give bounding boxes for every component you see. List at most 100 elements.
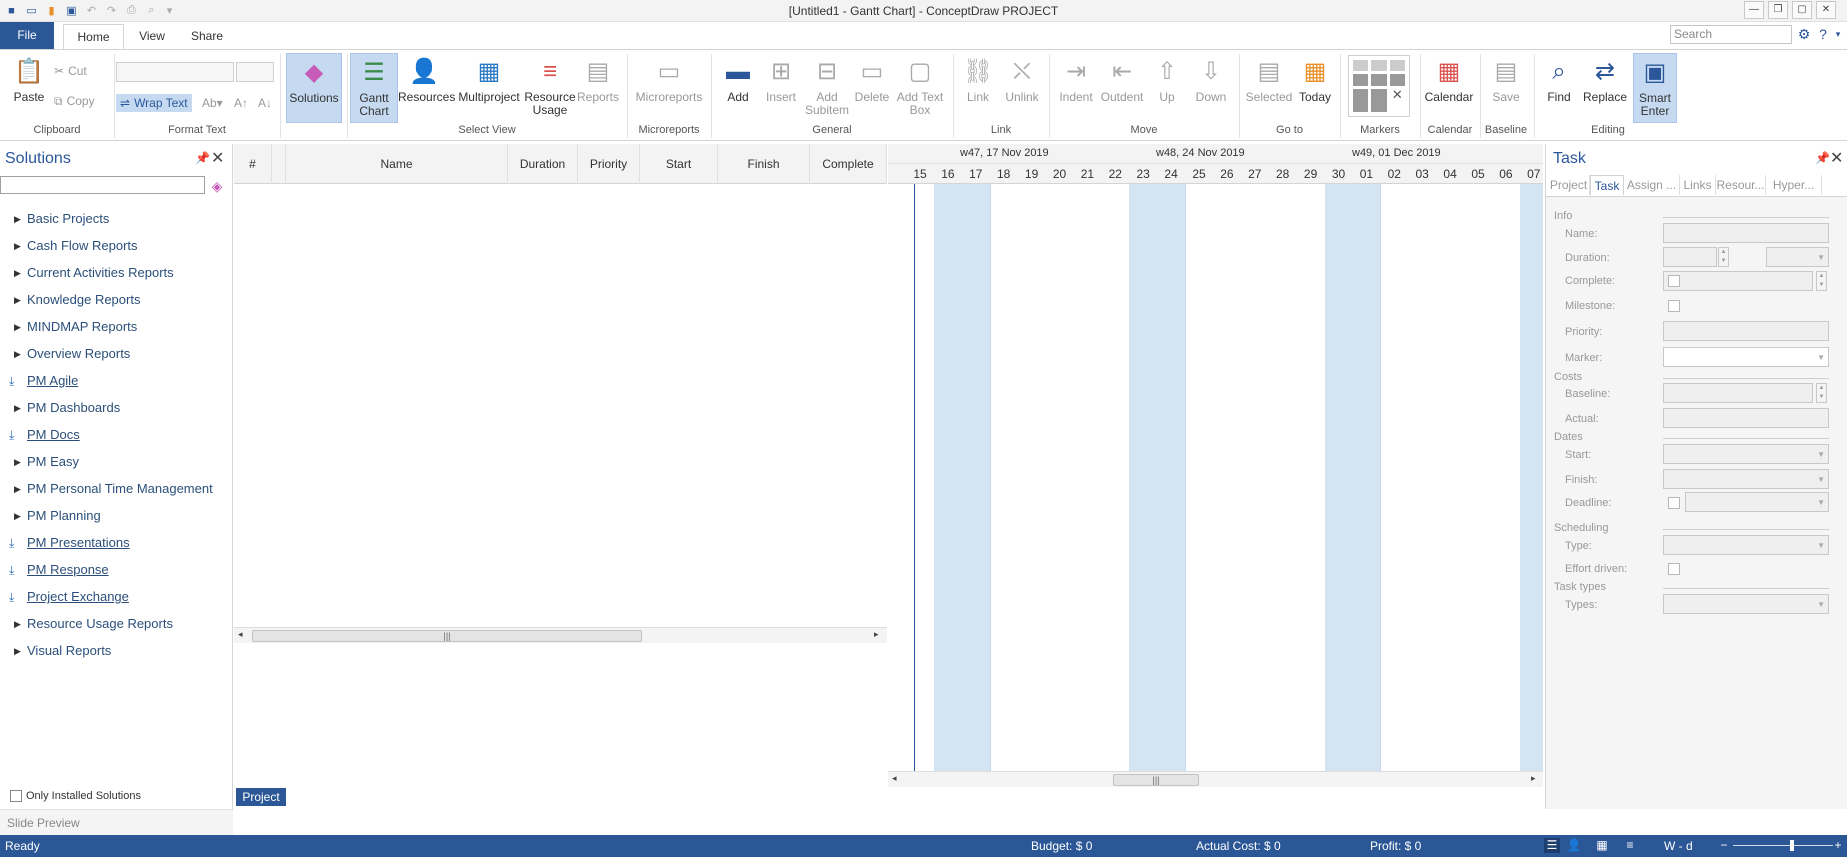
expand-arrow-icon[interactable]: ▶ — [14, 263, 21, 283]
calendar-button[interactable]: ▦ Calendar — [1422, 53, 1476, 123]
column-header[interactable]: Name — [286, 144, 508, 184]
download-icon[interactable]: ⤓ — [9, 560, 14, 580]
expand-arrow-icon[interactable]: ▶ — [14, 479, 21, 499]
milestone-checkbox[interactable] — [1668, 300, 1680, 312]
zoom-slider-knob[interactable] — [1790, 840, 1794, 851]
deadline-date-field[interactable]: ▼ — [1685, 492, 1829, 512]
font-family-combo[interactable] — [116, 62, 234, 82]
tab-home[interactable]: Home — [63, 24, 124, 49]
task-panel-tab[interactable]: Assign ... — [1624, 175, 1680, 195]
add-text-box-button[interactable]: ▢ Add Text Box — [893, 53, 947, 123]
move-down-button[interactable]: ⇩ Down — [1190, 53, 1232, 123]
solution-item[interactable]: ▶ Cash Flow Reports — [0, 236, 232, 256]
resource-usage-view-icon[interactable]: ≡ — [1622, 838, 1638, 853]
insert-task-button[interactable]: ⊞ Insert — [760, 53, 802, 123]
solution-item[interactable]: ▶ Visual Reports — [0, 641, 232, 661]
markers-gallery[interactable]: ✕ — [1348, 55, 1410, 117]
expand-arrow-icon[interactable]: ▶ — [14, 344, 21, 364]
shrink-font-button[interactable]: A↓ — [258, 94, 272, 112]
move-up-button[interactable]: ⇧ Up — [1148, 53, 1186, 123]
task-name-field[interactable] — [1663, 223, 1829, 243]
column-header[interactable]: Complete — [810, 144, 887, 184]
solution-item[interactable]: ▶ MINDMAP Reports — [0, 317, 232, 337]
expand-arrow-icon[interactable]: ▶ — [14, 209, 21, 229]
checkbox-box[interactable] — [10, 790, 22, 802]
expand-arrow-icon[interactable]: ▶ — [14, 614, 21, 634]
finish-date-field[interactable]: ▼ — [1663, 469, 1829, 489]
solution-item[interactable]: ▶ PM Easy — [0, 452, 232, 472]
minimize-button[interactable]: — — [1744, 1, 1764, 19]
baseline-cost-field[interactable] — [1663, 383, 1813, 403]
close-icon[interactable]: ✕ — [1830, 148, 1843, 168]
font-size-combo[interactable] — [236, 62, 274, 82]
scroll-right-icon[interactable]: ▸ — [874, 629, 879, 640]
restore-button[interactable]: ❐ — [1768, 1, 1788, 19]
column-header[interactable] — [272, 144, 286, 184]
expand-arrow-icon[interactable]: ▶ — [14, 641, 21, 661]
project-tab[interactable]: Project — [236, 788, 286, 806]
marker-swatch[interactable] — [1389, 60, 1405, 72]
microreports-button[interactable]: ▭ Microreports — [632, 53, 706, 123]
complete-spinner[interactable]: ▲ ▼ — [1816, 271, 1827, 291]
download-icon[interactable]: ⤓ — [9, 587, 14, 607]
scroll-thumb[interactable]: ||| — [252, 630, 642, 642]
effort-driven-checkbox[interactable] — [1668, 563, 1680, 575]
solution-item[interactable]: ⤓ PM Presentations — [0, 533, 232, 553]
solution-item[interactable]: ▶ Current Activities Reports — [0, 263, 232, 283]
marker-swatch[interactable] — [1371, 74, 1387, 86]
download-icon[interactable]: ⤓ — [9, 425, 14, 445]
text-style-button[interactable]: Ab▾ — [202, 94, 223, 112]
solution-item[interactable]: ⤓ PM Response — [0, 560, 232, 580]
task-types-select[interactable]: ▼ — [1663, 594, 1829, 614]
solution-item[interactable]: ▶ Overview Reports — [0, 344, 232, 364]
column-header[interactable]: Finish — [718, 144, 810, 184]
resource-usage-button[interactable]: ≡ Resource Usage — [524, 53, 576, 123]
tab-file[interactable]: File — [0, 22, 54, 49]
search-input[interactable]: Search — [1670, 25, 1792, 44]
actual-cost-field[interactable] — [1663, 408, 1829, 428]
task-panel-tab[interactable]: Resour... — [1716, 175, 1766, 195]
expand-arrow-icon[interactable]: ▶ — [14, 452, 21, 472]
zoom-out-icon[interactable]: − — [1716, 838, 1732, 853]
zoom-in-icon[interactable]: + — [1830, 838, 1846, 853]
scroll-thumb[interactable]: ||| — [1113, 774, 1199, 786]
options-icon[interactable]: ⚙ — [1796, 26, 1812, 42]
complete-checkbox[interactable] — [1668, 275, 1680, 287]
gantt-chart[interactable]: w47, 17 Nov 2019 w48, 24 Nov 2019 w49, 01 … — [888, 144, 1543, 771]
tab-share[interactable]: Share — [182, 24, 232, 49]
delete-task-button[interactable]: ▭ Delete — [851, 53, 893, 123]
marker-swatch[interactable] — [1371, 60, 1387, 72]
solutions-search-icon[interactable]: ◈ — [208, 177, 226, 195]
expand-arrow-icon[interactable]: ▶ — [14, 236, 21, 256]
solution-item[interactable]: ▶ PM Personal Time Management — [0, 479, 232, 499]
marker-select[interactable]: ▼ — [1663, 347, 1829, 367]
task-panel-tab[interactable]: Hyper... — [1766, 175, 1822, 195]
expand-arrow-icon[interactable]: ▶ — [14, 398, 21, 418]
solution-item[interactable]: ▶ Basic Projects — [0, 209, 232, 229]
expand-arrow-icon[interactable]: ▶ — [14, 506, 21, 526]
grow-font-button[interactable]: A↑ — [234, 94, 248, 112]
add-subitem-button[interactable]: ⊟ Add Subitem — [803, 53, 851, 123]
pin-icon[interactable]: 📌 — [1815, 151, 1830, 165]
column-header[interactable]: Duration — [508, 144, 578, 184]
marker-swatch[interactable] — [1353, 60, 1369, 72]
download-icon[interactable]: ⤓ — [9, 533, 14, 553]
complete-field[interactable] — [1663, 271, 1813, 291]
gantt-horizontal-scrollbar[interactable]: ◂ ||| ▸ — [888, 771, 1543, 787]
close-icon[interactable]: ✕ — [211, 148, 224, 168]
schedule-type-select[interactable]: ▼ — [1663, 535, 1829, 555]
solution-item[interactable]: ▶ PM Dashboards — [0, 398, 232, 418]
download-icon[interactable]: ⤓ — [9, 371, 14, 391]
baseline-cost-spinner[interactable]: ▲ ▼ — [1816, 383, 1827, 403]
multiproject-view-icon[interactable]: ▦ — [1594, 838, 1610, 853]
deadline-checkbox[interactable] — [1668, 497, 1680, 509]
maximize-button[interactable]: ▢ — [1792, 1, 1812, 19]
solution-item[interactable]: ▶ Resource Usage Reports — [0, 614, 232, 634]
expand-arrow-icon[interactable]: ▶ — [14, 317, 21, 337]
unlink-button[interactable]: ⛌ Unlink — [1000, 53, 1044, 123]
priority-field[interactable] — [1663, 321, 1829, 341]
wrap-text-button[interactable]: ⇌ Wrap Text — [116, 94, 192, 112]
copy-button[interactable]: ⧉ Copy — [54, 92, 95, 110]
column-header[interactable]: Priority — [578, 144, 640, 184]
start-date-field[interactable]: ▼ — [1663, 444, 1829, 464]
